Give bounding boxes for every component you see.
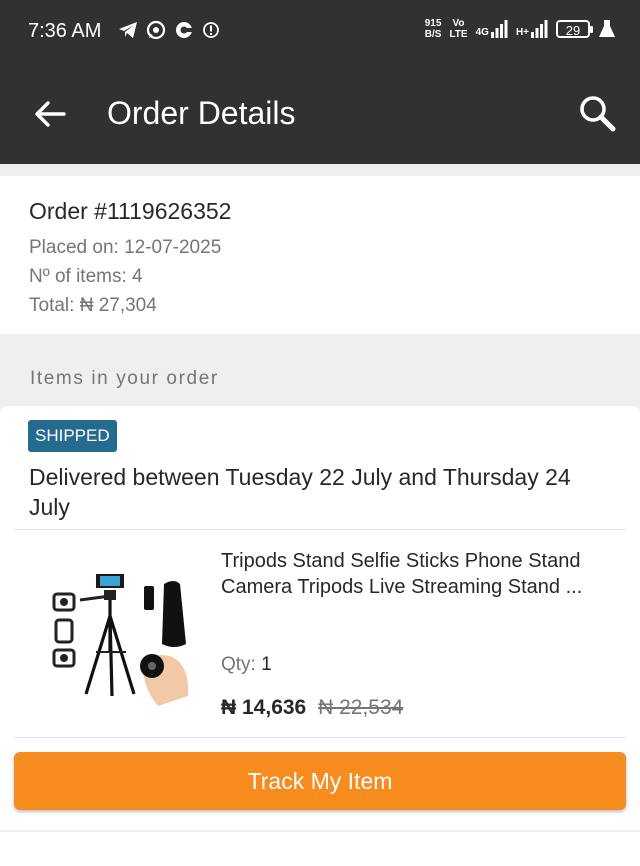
- net-speed: 915 B/S: [425, 18, 442, 40]
- battery-icon: 29: [556, 20, 593, 38]
- tripod-product-icon: [52, 574, 189, 706]
- divider: [14, 737, 626, 738]
- divider: [14, 529, 626, 530]
- network-type-2: H+: [515, 27, 529, 38]
- status-badge: SHIPPED: [28, 420, 117, 452]
- signal-1: 4G: [476, 20, 508, 38]
- status-left-icons: [118, 20, 220, 40]
- volte-bottom: LTE: [449, 29, 468, 40]
- price-row: ₦ 14,636 ₦ 22,534: [221, 696, 403, 720]
- product-name[interactable]: Tripods Stand Selfie Sticks Phone Stand …: [221, 548, 611, 600]
- app-bar: Order Details: [0, 64, 640, 164]
- back-button[interactable]: [30, 94, 70, 134]
- signal-2: H+: [516, 20, 548, 38]
- old-price: ₦ 22,534: [318, 696, 404, 719]
- track-item-button[interactable]: Track My Item: [14, 752, 626, 810]
- alert-icon: [203, 22, 219, 38]
- signal-bars-icon: [531, 20, 548, 38]
- items-section-label: Items in your order: [30, 368, 219, 389]
- arrow-left-icon: [35, 101, 66, 127]
- status-time: 7:36 AM: [28, 20, 102, 42]
- flask-icon: [599, 20, 615, 37]
- volte-top: Vo: [452, 18, 465, 29]
- app-icon: [176, 22, 192, 38]
- bottom-strip: [0, 832, 640, 866]
- delivery-window: Delivered between Tuesday 22 July and Th…: [29, 464, 571, 520]
- current-price: ₦ 14,636: [221, 696, 307, 719]
- order-total: Total: ₦ 27,304: [29, 295, 157, 316]
- order-placed-on: Placed on: 12-07-2025: [29, 237, 222, 258]
- search-button[interactable]: [576, 92, 618, 134]
- product-image[interactable]: [40, 556, 200, 716]
- status-right-icons: 915 B/S Vo LTE 4G H+ 29: [425, 18, 616, 40]
- status-bar: 7:36 AM 915 B/S Vo LTE 4G H+ 29: [0, 0, 640, 64]
- whatsapp-icon: [146, 20, 166, 40]
- page-title: Order Details: [107, 95, 296, 131]
- qty-label: Qty:: [221, 654, 256, 675]
- order-item-card: SHIPPED Delivered between Tuesday 22 Jul…: [0, 406, 640, 830]
- qty-value: 1: [261, 654, 272, 675]
- product-quantity: Qty: 1: [221, 654, 272, 676]
- network-type-1: 4G: [475, 27, 489, 38]
- volte-indicator: Vo LTE: [449, 18, 467, 40]
- telegram-icon: [119, 22, 137, 38]
- order-number: Order #1119626352: [29, 198, 232, 224]
- net-speed-value: 915: [424, 18, 442, 29]
- order-summary-card: Order #1119626352 Placed on: 12-07-2025 …: [0, 176, 640, 334]
- net-speed-unit: B/S: [424, 29, 442, 40]
- signal-bars-icon: [490, 20, 508, 38]
- search-icon: [580, 96, 616, 132]
- order-items-count: Nº of items: 4: [29, 266, 143, 287]
